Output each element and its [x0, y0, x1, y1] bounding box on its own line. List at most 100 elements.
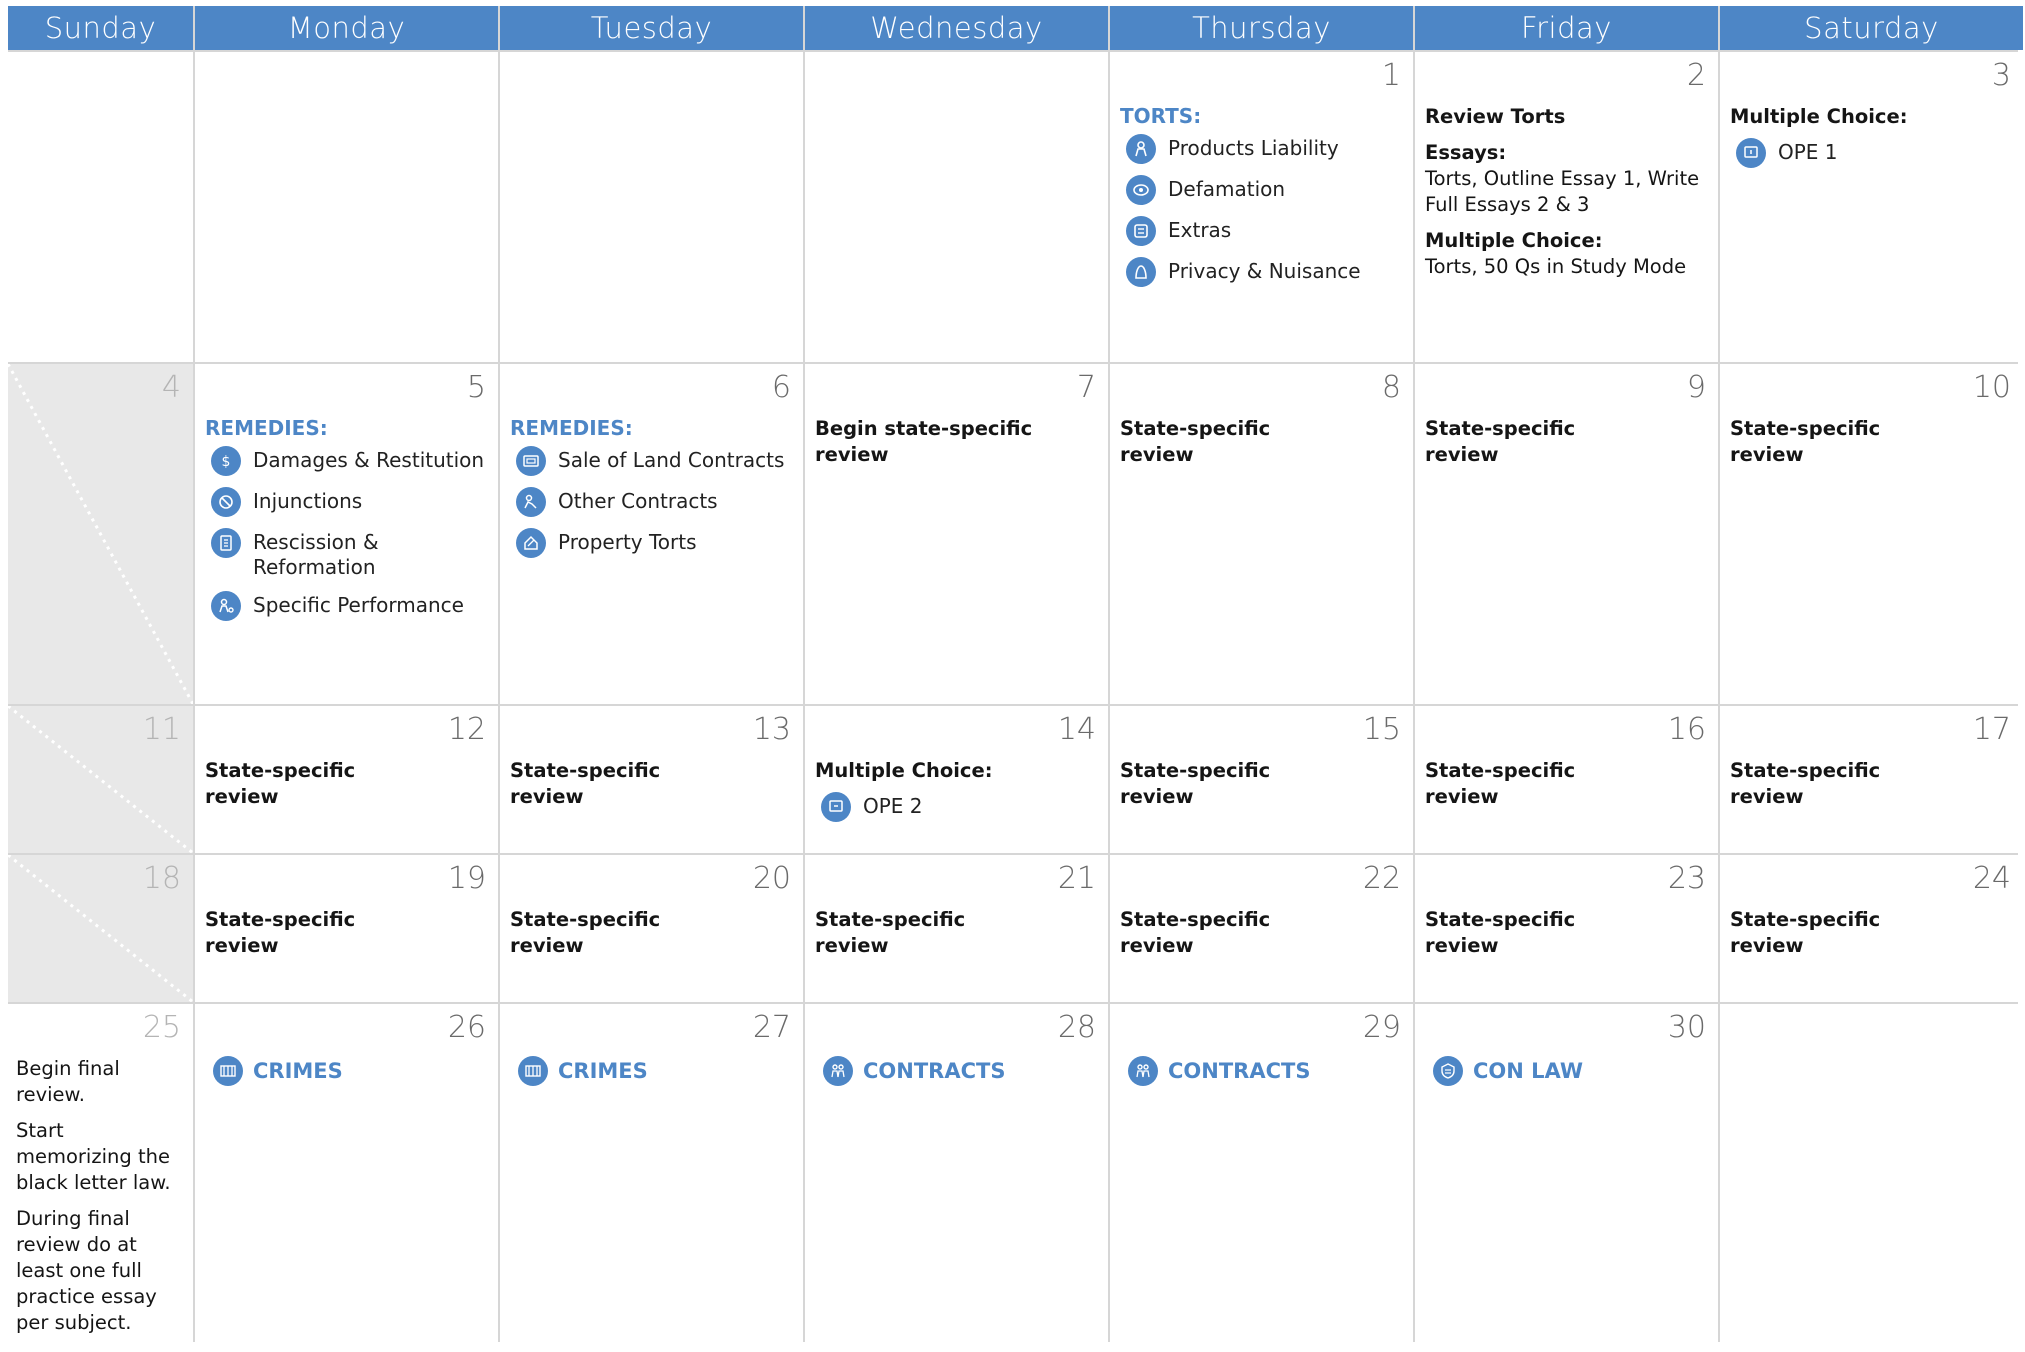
note-text: Begin final review. — [16, 1057, 120, 1106]
topic-label: Property Torts — [558, 530, 697, 554]
extras-icon — [1126, 216, 1156, 246]
crimes-icon — [518, 1056, 548, 1086]
multiple-choice-label: Multiple Choice: — [1425, 229, 1603, 252]
hatch-decoration — [8, 364, 193, 704]
ope-label: OPE 1 — [1778, 140, 1838, 164]
laptop-icon — [821, 792, 851, 822]
torts-heading: TORTS: — [1120, 104, 1202, 128]
topic-list: $ Damages & Restitution Injunctions Resc… — [205, 446, 490, 621]
day-cell-9: 9 State-specific review — [1415, 364, 1718, 704]
day-cell-21: 21 State-specific review — [805, 855, 1108, 1002]
topic-label: Damages & Restitution — [253, 448, 485, 472]
subject-tag: CRIMES — [518, 1056, 795, 1086]
topic-list: Sale of Land Contracts Other Contracts P… — [510, 446, 795, 558]
day-cell-6: 6 REMEDIES: Sale of Land Contracts Other… — [500, 364, 803, 704]
topic-label: Privacy & Nuisance — [1168, 259, 1361, 283]
topic-item: Rescission & Reformation — [205, 528, 490, 580]
subject-label: CON LAW — [1473, 1059, 1584, 1083]
day-number: 29 — [1362, 1010, 1401, 1045]
day-cell-5: 5 REMEDIES: $ Damages & Restitution Inju… — [195, 364, 498, 704]
state-review-text: State-specific review — [1730, 759, 1881, 808]
day-cell-20: 20 State-specific review — [500, 855, 803, 1002]
subject-tag: CON LAW — [1433, 1056, 1710, 1086]
topic-label: Products Liability — [1168, 136, 1339, 160]
subject-label: CRIMES — [558, 1059, 648, 1083]
final-review-notes: Begin final review. Start memorizing the… — [16, 1056, 183, 1346]
topic-list: Products Liability Defamation Extras Pri… — [1120, 134, 1405, 287]
state-review-text: State-specific review — [1425, 759, 1576, 808]
products-liability-icon — [1126, 134, 1156, 164]
day-cell-15: 15 State-specific review — [1110, 706, 1413, 853]
state-review-text: State-specific review — [205, 908, 356, 957]
multiple-choice-label: Multiple Choice: — [815, 759, 993, 782]
day-number: 15 — [1362, 712, 1401, 747]
day-cell-25: 25 Begin final review. Start memorizing … — [8, 1004, 193, 1352]
dollar-icon: $ — [211, 446, 241, 476]
day-cell-24: 24 State-specific review — [1720, 855, 2023, 1002]
day-cell-10: 10 State-specific review — [1720, 364, 2023, 704]
subject-label: CONTRACTS — [1168, 1059, 1311, 1083]
topic-item: Property Torts — [510, 528, 795, 558]
state-review-text: State-specific review — [815, 908, 966, 957]
privacy-nuisance-icon — [1126, 257, 1156, 287]
state-review-text: State-specific review — [1120, 759, 1271, 808]
topic-label: Extras — [1168, 218, 1232, 242]
topic-label: Sale of Land Contracts — [558, 448, 785, 472]
day-cell-12: 12 State-specific review — [195, 706, 498, 853]
header-tuesday: Tuesday — [500, 6, 803, 50]
topic-item: Injunctions — [205, 487, 490, 517]
day-number: 21 — [1057, 861, 1096, 896]
topic-item: Privacy & Nuisance — [1120, 257, 1405, 287]
remedies-heading: REMEDIES: — [510, 416, 633, 440]
day-number: 7 — [1076, 370, 1096, 405]
state-review-text: State-specific review — [1425, 908, 1576, 957]
day-number: 3 — [1991, 58, 2011, 93]
empty-day-cell — [8, 52, 193, 362]
day-cell-22: 22 State-specific review — [1110, 855, 1413, 1002]
topic-label: Specific Performance — [253, 593, 464, 617]
day-cell-27: 27 CRIMES — [500, 1004, 803, 1352]
essays-label: Essays: — [1425, 141, 1507, 164]
day-number: 6 — [771, 370, 791, 405]
day-number: 27 — [752, 1010, 791, 1045]
header-wednesday: Wednesday — [805, 6, 1108, 50]
subject-label: CRIMES — [253, 1059, 343, 1083]
day-cell-19: 19 State-specific review — [195, 855, 498, 1002]
other-contracts-icon — [516, 487, 546, 517]
topic-item: Other Contracts — [510, 487, 795, 517]
day-cell-1: 1 TORTS: Products Liability Defamation E… — [1110, 52, 1413, 362]
day-number: 18 — [142, 861, 181, 896]
day-cell-17: 17 State-specific review — [1720, 706, 2023, 853]
day-number: 24 — [1972, 861, 2011, 896]
con-law-icon — [1433, 1056, 1463, 1086]
remedies-heading: REMEDIES: — [205, 416, 328, 440]
contracts-icon — [1128, 1056, 1158, 1086]
day-cell-26: 26 CRIMES — [195, 1004, 498, 1352]
day-cell-7: 7 Begin state-specific review — [805, 364, 1108, 704]
day-number: 8 — [1381, 370, 1401, 405]
note-text: During final review do at least one full… — [16, 1207, 157, 1334]
day-cell-11: 11 — [8, 706, 193, 853]
day-number: 14 — [1057, 712, 1096, 747]
day-cell-29: 29 CONTRACTS — [1110, 1004, 1413, 1352]
header-friday: Friday — [1415, 6, 1718, 50]
svg-text:$: $ — [222, 454, 231, 470]
state-review-text: State-specific review — [1730, 908, 1881, 957]
state-review-text: State-specific review — [510, 908, 661, 957]
crimes-icon — [213, 1056, 243, 1086]
topic-item: Extras — [1120, 216, 1405, 246]
ope-item: OPE 1 — [1730, 138, 2015, 168]
review-torts-title: Review Torts — [1425, 105, 1566, 128]
day-number: 28 — [1057, 1010, 1096, 1045]
day-number: 23 — [1667, 861, 1706, 896]
ope-item: OPE 2 — [815, 792, 1100, 822]
injunctions-icon — [211, 487, 241, 517]
day-number: 4 — [161, 370, 181, 405]
day-number: 26 — [447, 1010, 486, 1045]
day-number: 30 — [1667, 1010, 1706, 1045]
topic-label: Other Contracts — [558, 489, 718, 513]
day-number: 13 — [752, 712, 791, 747]
day-number: 17 — [1972, 712, 2011, 747]
day-number: 9 — [1686, 370, 1706, 405]
day-number: 19 — [447, 861, 486, 896]
